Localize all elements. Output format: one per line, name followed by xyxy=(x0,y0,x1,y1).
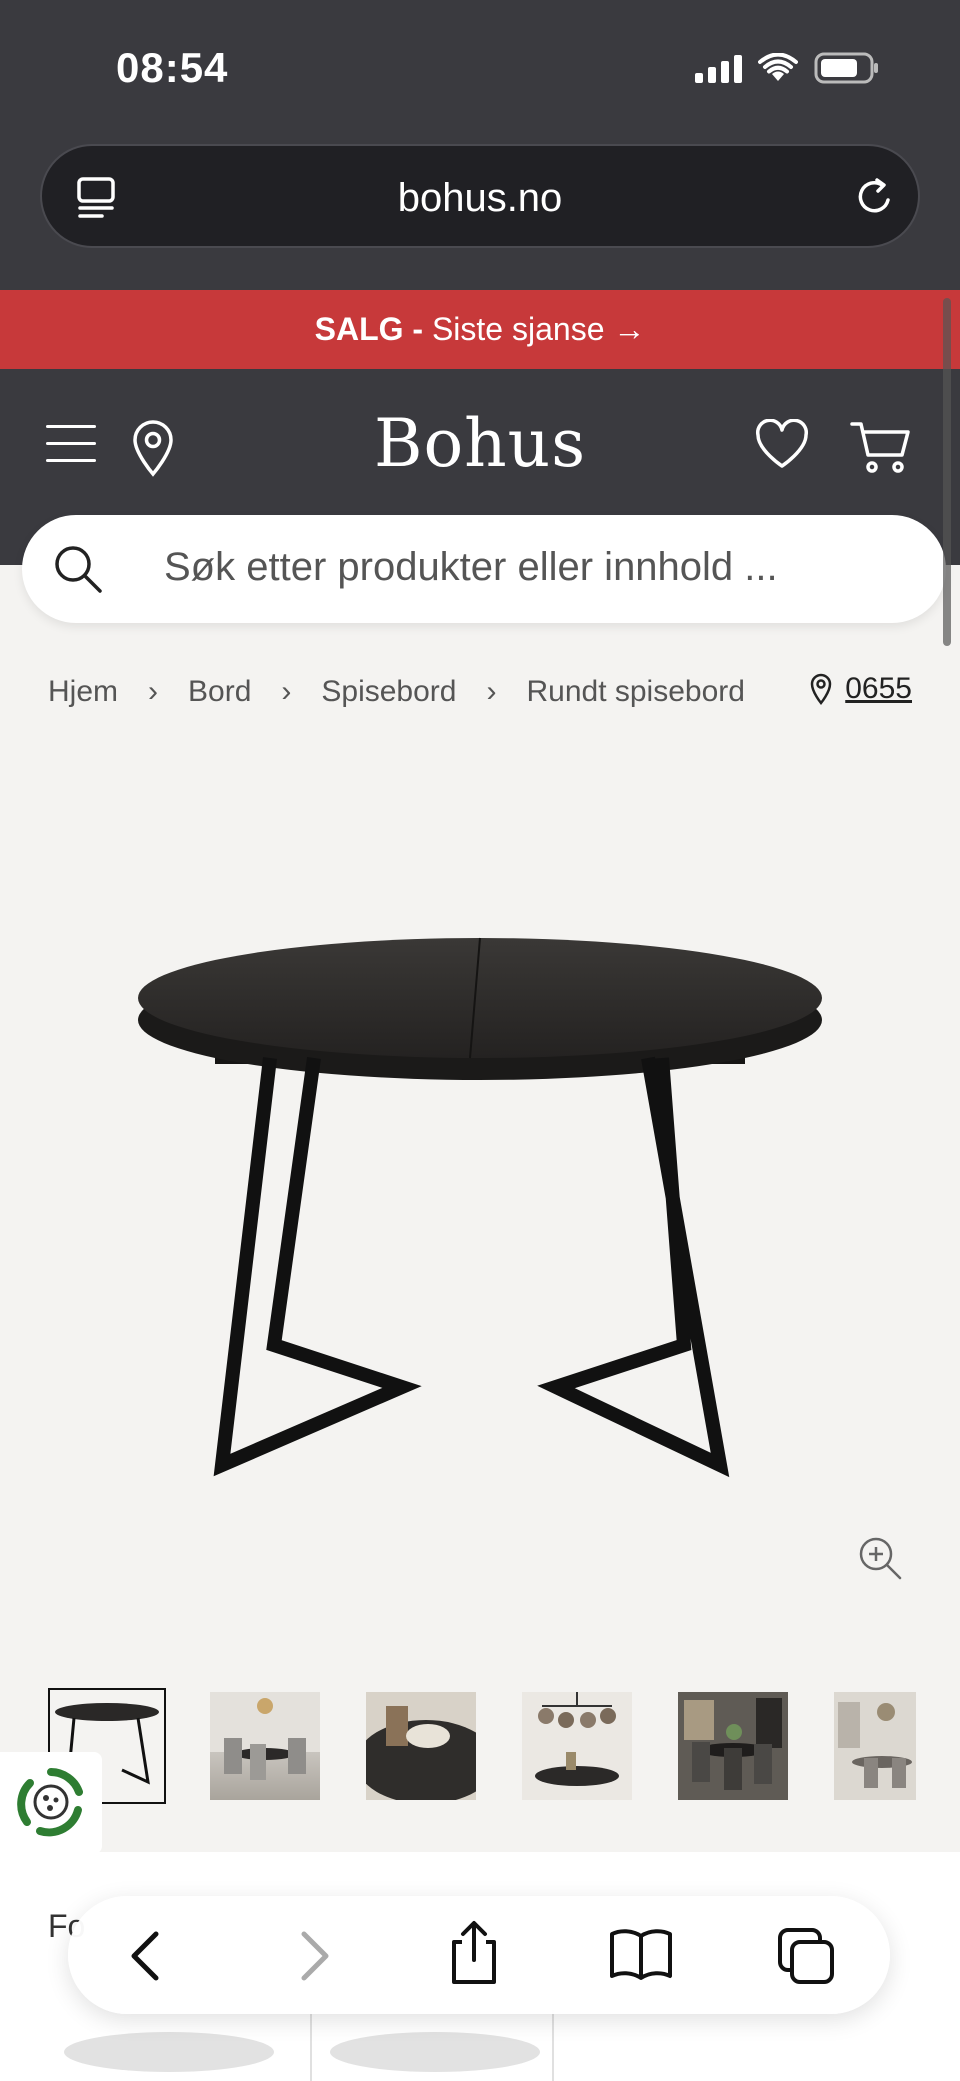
site-logo[interactable]: Bohus xyxy=(0,405,960,482)
cellular-signal-icon xyxy=(695,53,742,83)
thumbnail-6[interactable] xyxy=(834,1692,916,1800)
product-image[interactable] xyxy=(120,900,840,1500)
browser-toolbar: bohus.no xyxy=(0,120,960,290)
battery-icon xyxy=(814,52,878,84)
room-setting-thumbnail-image xyxy=(678,1692,788,1800)
thumbnail-strip xyxy=(48,1688,960,1804)
status-bar: 08:54 xyxy=(0,0,960,140)
breadcrumb-rundt-spisebord[interactable]: Rundt spisebord xyxy=(526,675,744,709)
thumbnail-2[interactable] xyxy=(210,1692,320,1800)
search-icon xyxy=(55,546,102,593)
page: 08:54 bohus.no SALG - Siste sjanse → Boh… xyxy=(0,0,960,2081)
breadcrumb-bord[interactable]: Bord xyxy=(188,675,251,709)
store-selector[interactable]: 0655 xyxy=(809,672,912,706)
thumbnail-3[interactable] xyxy=(366,1692,476,1800)
sale-banner[interactable]: SALG - Siste sjanse → xyxy=(0,290,960,369)
thumbnail-5[interactable] xyxy=(678,1692,788,1800)
search-input[interactable]: Søk etter produkter eller innhold ... xyxy=(164,545,778,590)
thumbnail-4[interactable] xyxy=(522,1692,632,1800)
search-bar[interactable]: Søk etter produkter eller innhold ... xyxy=(22,515,946,623)
interior-thumbnail-image xyxy=(834,1692,916,1800)
sale-banner-bold: SALG - xyxy=(314,311,424,347)
scrollbar[interactable] xyxy=(943,298,951,646)
location-pin-icon xyxy=(810,673,832,705)
chevron-right-icon[interactable] xyxy=(282,1926,342,1986)
book-icon[interactable] xyxy=(608,1926,674,1982)
heart-icon[interactable] xyxy=(754,419,810,471)
cart-icon[interactable] xyxy=(850,419,912,475)
breadcrumb-hjem[interactable]: Hjem xyxy=(48,675,118,709)
eco-badge[interactable] xyxy=(0,1752,102,1854)
reload-icon[interactable] xyxy=(852,174,898,220)
product-card-image xyxy=(64,2032,274,2072)
zoom-in-icon[interactable] xyxy=(856,1534,904,1582)
recycle-icon xyxy=(17,1768,83,1837)
product-card-image xyxy=(330,2032,540,2072)
chevron-left-icon[interactable] xyxy=(118,1926,178,1986)
breadcrumb: Hjem › Bord › Spisebord › Rundt spisebor… xyxy=(48,675,745,709)
wifi-icon xyxy=(758,53,798,81)
sale-banner-text: Siste sjanse xyxy=(431,311,605,347)
tabs-icon[interactable] xyxy=(776,1926,838,1988)
share-icon[interactable] xyxy=(444,1920,504,1986)
status-icons xyxy=(695,52,880,84)
breadcrumb-separator: › xyxy=(148,675,159,708)
url-text[interactable]: bohus.no xyxy=(42,176,918,221)
pendant-lamp-thumbnail-image xyxy=(522,1692,632,1800)
breadcrumb-separator: › xyxy=(281,675,292,708)
address-bar[interactable]: bohus.no xyxy=(40,144,920,248)
sale-banner-arrow: → xyxy=(613,311,646,347)
status-time: 08:54 xyxy=(116,44,229,91)
browser-bottom-toolbar xyxy=(68,1896,890,2014)
store-code[interactable]: 0655 xyxy=(845,672,912,706)
breadcrumb-separator: › xyxy=(486,675,497,708)
tabletop-detail-thumbnail-image xyxy=(366,1692,476,1800)
dining-room-thumbnail-image xyxy=(210,1692,320,1780)
breadcrumb-spisebord[interactable]: Spisebord xyxy=(321,675,456,709)
